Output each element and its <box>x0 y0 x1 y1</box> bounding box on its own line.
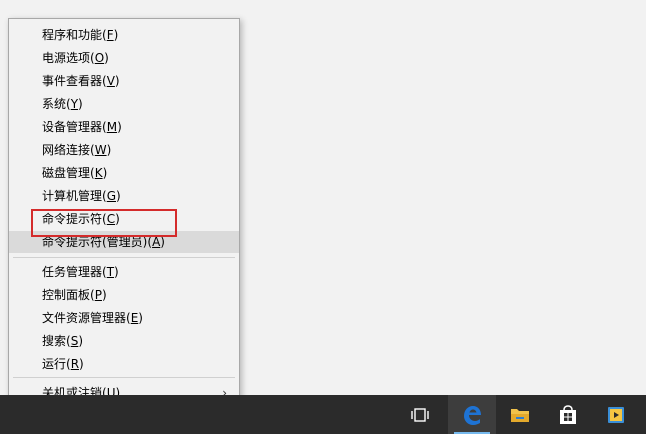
menu-item-event-viewer[interactable]: 事件查看器(V) <box>9 70 239 92</box>
menu-item-system[interactable]: 系统(Y) <box>9 93 239 115</box>
menu-separator <box>13 377 235 378</box>
media-icon[interactable] <box>592 395 640 434</box>
menu-item-run[interactable]: 运行(R) <box>9 353 239 375</box>
menu-item-command-prompt[interactable]: 命令提示符(C) <box>9 208 239 230</box>
menu-item-power-options[interactable]: 电源选项(O) <box>9 47 239 69</box>
menu-item-search[interactable]: 搜索(S) <box>9 330 239 352</box>
menu-item-programs-features[interactable]: 程序和功能(F) <box>9 24 239 46</box>
menu-item-computer-management[interactable]: 计算机管理(G) <box>9 185 239 207</box>
menu-item-control-panel[interactable]: 控制面板(P) <box>9 284 239 306</box>
menu-separator <box>13 257 235 258</box>
menu-item-disk-management[interactable]: 磁盘管理(K) <box>9 162 239 184</box>
store-icon[interactable] <box>544 395 592 434</box>
menu-item-command-prompt-admin[interactable]: 命令提示符(管理员)(A) <box>9 231 239 253</box>
winx-context-menu: 程序和功能(F) 电源选项(O) 事件查看器(V) 系统(Y) 设备管理器(M)… <box>8 18 240 428</box>
menu-item-network-connections[interactable]: 网络连接(W) <box>9 139 239 161</box>
menu-item-device-manager[interactable]: 设备管理器(M) <box>9 116 239 138</box>
menu-item-file-explorer[interactable]: 文件资源管理器(E) <box>9 307 239 329</box>
file-explorer-icon[interactable] <box>496 395 544 434</box>
taskbar <box>0 395 646 434</box>
task-view-icon[interactable] <box>396 395 444 434</box>
menu-item-task-manager[interactable]: 任务管理器(T) <box>9 261 239 283</box>
edge-icon[interactable] <box>448 395 496 434</box>
